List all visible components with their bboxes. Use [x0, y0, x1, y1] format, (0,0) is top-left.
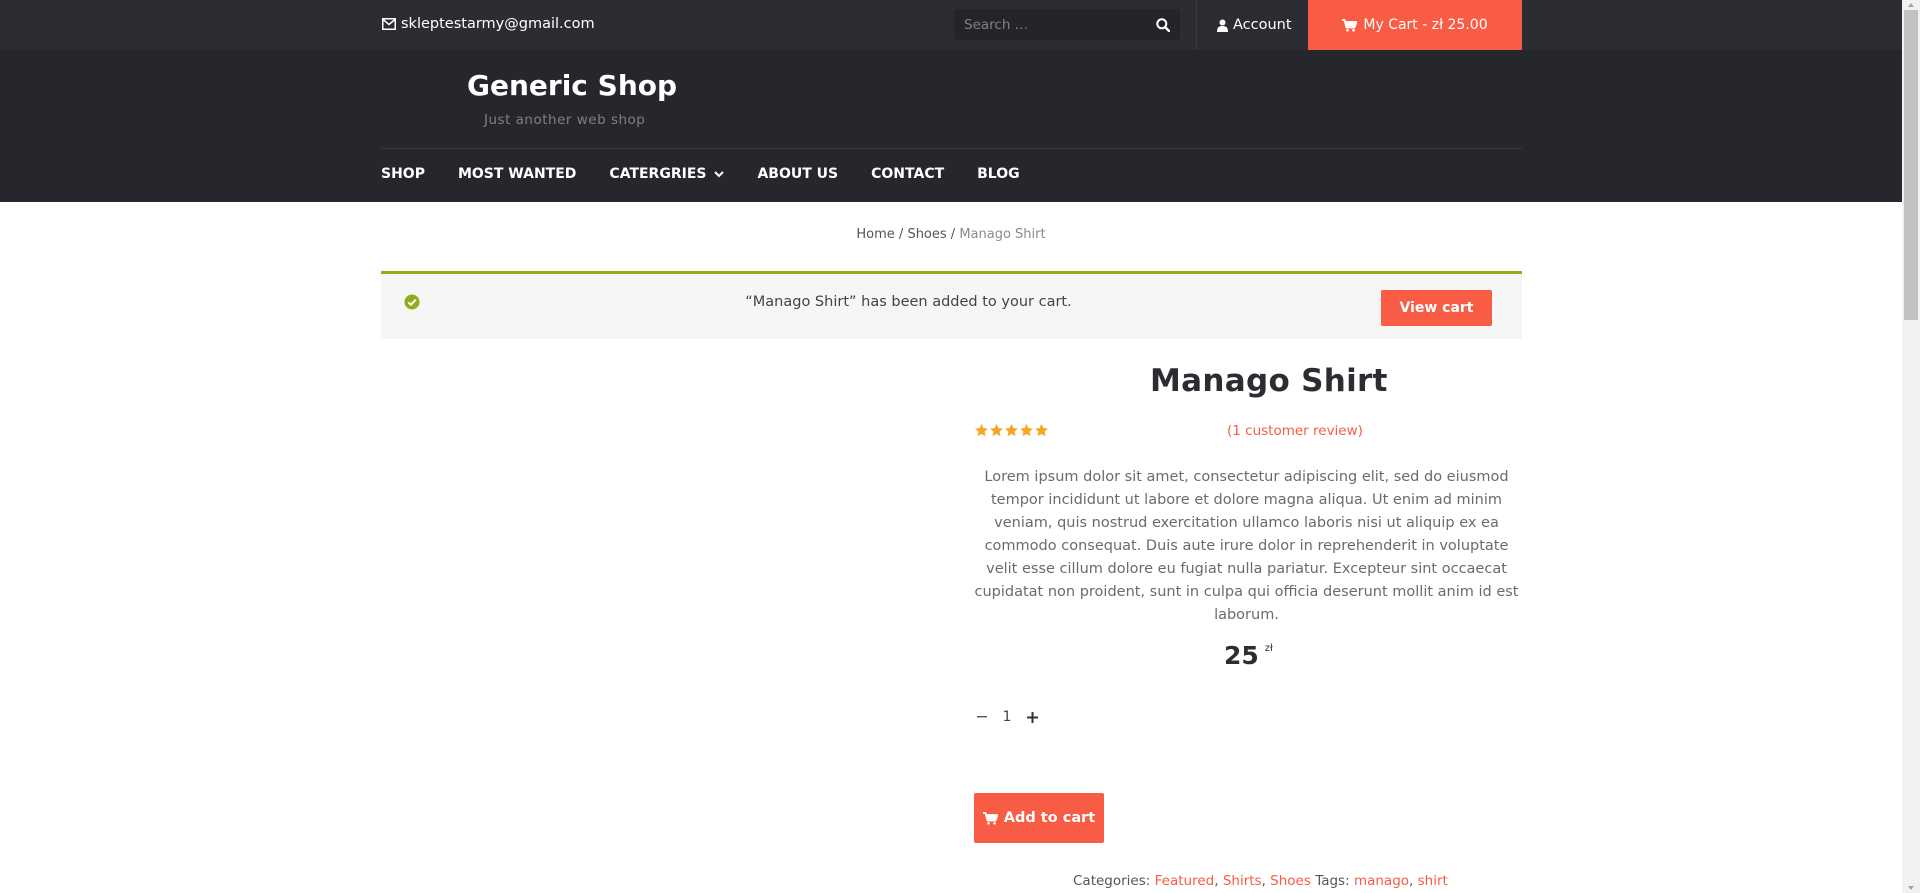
cart-icon — [982, 811, 998, 825]
product-meta: Categories: Featured, Shirts, Shoes Tags… — [1073, 873, 1448, 889]
breadcrumb-separator: / — [946, 227, 960, 242]
category-link[interactable]: Shirts — [1223, 873, 1262, 889]
nav-item-contact[interactable]: CONTACT — [871, 166, 944, 182]
cart-icon — [1342, 18, 1358, 32]
breadcrumb-home[interactable]: Home — [856, 227, 894, 242]
breadcrumb-separator: / — [894, 227, 908, 242]
notice-message: “Manago Shirt” has been added to your ca… — [745, 294, 1072, 310]
star-rating — [974, 423, 1049, 438]
category-link[interactable]: Shoes — [1270, 873, 1311, 889]
tags-label: Tags: — [1315, 873, 1350, 889]
search-button[interactable] — [1146, 9, 1180, 40]
contact-email-text: skleptestarmy@gmail.com — [401, 16, 595, 32]
price-amount: 25 — [1224, 641, 1259, 670]
quantity-stepper: 1 — [974, 706, 1040, 728]
scroll-up-arrow-icon[interactable] — [1902, 0, 1920, 10]
nav-item-categories[interactable]: CATERGRIES — [609, 166, 725, 182]
customer-review-link[interactable]: (1 customer review) — [1227, 423, 1363, 439]
product-price: 25 zł — [1224, 641, 1273, 670]
search-icon — [1156, 17, 1170, 32]
plus-icon — [1026, 711, 1038, 723]
categories-label: Categories: — [1073, 873, 1151, 889]
site-header: Generic Shop Just another web shop SHOP … — [0, 50, 1902, 202]
category-link[interactable]: Featured — [1155, 873, 1215, 889]
product-image-area — [381, 360, 951, 893]
cart-label: My Cart - zł 25.00 — [1363, 17, 1488, 33]
envelope-icon — [381, 16, 397, 32]
quantity-increase-button[interactable] — [1024, 706, 1040, 728]
account-label: Account — [1233, 17, 1292, 33]
chevron-down-icon — [714, 170, 725, 177]
star-icon — [1020, 423, 1033, 437]
breadcrumb-category[interactable]: Shoes — [907, 227, 946, 242]
page-scrollbar[interactable] — [1902, 0, 1920, 893]
add-to-cart-button[interactable]: Add to cart — [974, 793, 1104, 843]
header-divider — [381, 148, 1522, 149]
tag-link[interactable]: shirt — [1418, 873, 1448, 889]
search-form — [954, 9, 1180, 40]
cart-notice: “Manago Shirt” has been added to your ca… — [381, 271, 1522, 339]
user-icon — [1217, 19, 1228, 32]
account-link[interactable]: Account — [1196, 0, 1292, 50]
star-icon — [990, 423, 1003, 437]
view-cart-button[interactable]: View cart — [1381, 290, 1492, 326]
star-icon — [975, 423, 988, 437]
nav-item-blog[interactable]: BLOG — [977, 166, 1020, 182]
breadcrumb: Home / Shoes / Manago Shirt — [0, 227, 1902, 242]
quantity-input[interactable]: 1 — [1001, 709, 1013, 725]
nav-item-categories-label: CATERGRIES — [609, 166, 707, 182]
tag-link[interactable]: manago — [1354, 873, 1409, 889]
search-input[interactable] — [954, 9, 1146, 40]
top-bar: skleptestarmy@gmail.com Account My Cart … — [0, 0, 1902, 50]
nav-item-shop[interactable]: SHOP — [381, 166, 425, 182]
scroll-down-arrow-icon[interactable] — [1902, 883, 1920, 893]
cart-button[interactable]: My Cart - zł 25.00 — [1308, 0, 1522, 50]
site-tagline: Just another web shop — [484, 112, 646, 128]
contact-email[interactable]: skleptestarmy@gmail.com — [381, 16, 595, 32]
site-title[interactable]: Generic Shop — [467, 69, 677, 102]
product-title: Manago Shirt — [1150, 363, 1388, 399]
nav-item-about-us[interactable]: ABOUT US — [757, 166, 838, 182]
star-icon — [1035, 423, 1048, 437]
scrollbar-thumb[interactable] — [1904, 10, 1918, 320]
nav-item-most-wanted[interactable]: MOST WANTED — [458, 166, 576, 182]
price-currency: zł — [1264, 643, 1273, 654]
add-to-cart-label: Add to cart — [1003, 810, 1096, 826]
product-description: Lorem ipsum dolor sit amet, consectetur … — [974, 469, 1519, 623]
quantity-decrease-button[interactable] — [974, 706, 990, 728]
star-icon — [1005, 423, 1018, 437]
main-nav: SHOP MOST WANTED CATERGRIES ABOUT US CON… — [381, 166, 1053, 182]
minus-icon — [977, 716, 987, 718]
breadcrumb-current: Manago Shirt — [959, 227, 1046, 242]
